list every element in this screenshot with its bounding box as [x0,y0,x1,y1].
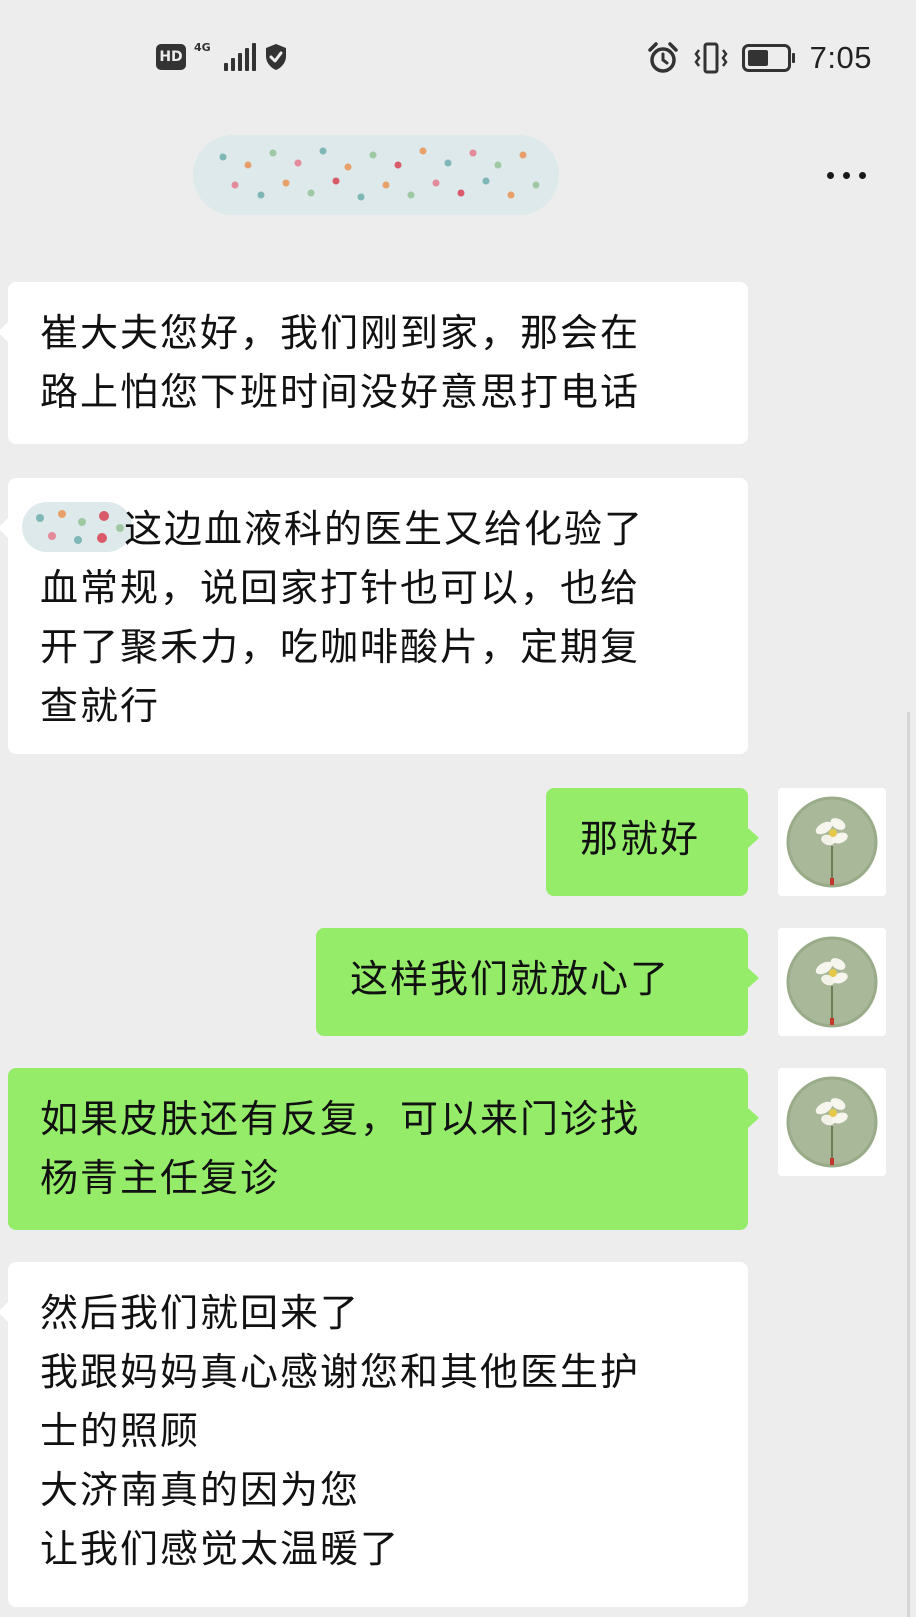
message-line: 杨青主任复诊 [40,1156,281,1200]
message-bubble-outgoing[interactable]: 那就好 [546,788,759,896]
message-line: 路上怕您下班时间没好意思打电话 [40,370,641,414]
hd-icon: HD [156,44,186,70]
chat-header [0,130,916,230]
message-line: 士的照顾 [40,1409,201,1453]
message-line: 开了聚禾力，吃咖啡酸片，定期复 [40,625,641,669]
message-bubble-incoming[interactable]: 这边血液科的医生又给化验了 血常规，说回家打针也可以，也给 开了聚禾力，吃咖啡酸… [0,478,748,754]
message-line: 然后我们就回来了 [40,1291,361,1335]
message-line: 那就好 [580,817,701,861]
message-line: 我跟妈妈真心感谢您和其他医生护 [40,1350,641,1394]
avatar[interactable] [778,788,886,896]
message-bubble-outgoing[interactable]: 这样我们就放心了 [316,928,759,1036]
flower-avatar-image [778,928,886,1036]
status-left-group: HD 4G [156,42,288,72]
shield-check-icon [266,44,286,70]
message-bubble-incoming[interactable]: 崔大夫您好，我们刚到家，那会在 路上怕您下班时间没好意思打电话 [0,282,748,444]
avatar[interactable] [778,928,886,1036]
message-line: 大济南真的因为您 [40,1468,361,1512]
more-dots-icon[interactable] [816,160,876,190]
message-line: 让我们感觉太温暖了 [40,1527,401,1571]
avatar[interactable] [778,1068,886,1176]
message-line: 如果皮肤还有反复，可以来门诊找 [40,1097,641,1141]
redacted-name [22,502,132,552]
message-line: 崔大夫您好，我们刚到家，那会在 [40,311,641,355]
signal-bars-icon [224,43,256,71]
message-line: 查就行 [40,684,161,728]
chat-title-redacted [193,135,559,215]
scrollbar-track[interactable] [907,712,910,1617]
status-right-group: 7:05 [646,40,872,76]
message-line: 这样我们就放心了 [350,957,671,1001]
status-bar: HD 4G 7:05 [0,0,916,130]
network-label: 4G [194,41,211,54]
message-line-text: 这边血液科的医生又给化验了 [124,507,645,551]
message-line: 血常规，说回家打针也可以，也给 [40,566,641,610]
message-bubble-outgoing[interactable]: 如果皮肤还有反复，可以来门诊找 杨青主任复诊 [8,1068,759,1230]
message-line-with-redacted-name: 这边血液科的医生又给化验了 [22,500,724,559]
vibrate-icon [694,42,728,74]
hd-label: HD [159,49,183,65]
alarm-icon [647,42,678,73]
status-time: 7:05 [809,40,872,75]
signal-4g-icon: 4G [194,42,216,72]
message-bubble-incoming[interactable]: 然后我们就回来了 我跟妈妈真心感谢您和其他医生护 士的照顾 大济南真的因为您 让… [0,1262,748,1607]
flower-avatar-image [778,788,886,896]
battery-icon [741,44,795,72]
flower-avatar-image [778,1068,886,1176]
